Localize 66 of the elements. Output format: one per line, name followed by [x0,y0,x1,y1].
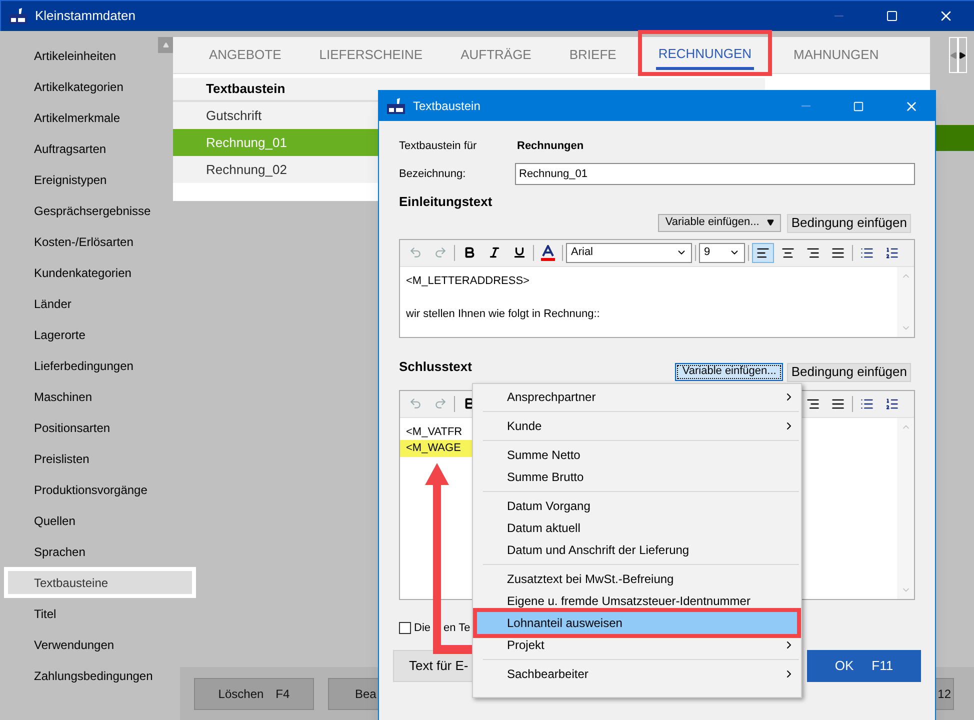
maximize-icon[interactable] [853,100,864,112]
align-left-icon[interactable] [752,242,774,262]
triangle-left-icon [950,52,957,58]
variable-button[interactable]: Variable einfügen... [675,362,784,380]
app-logo-icon [9,8,27,24]
tab[interactable]: MAHNUNGEN [792,36,881,74]
dropdown-triangle-icon [767,219,774,226]
font-select[interactable]: Arial [566,242,692,262]
sidebar-item[interactable]: Zahlungsbedingungen [4,660,172,691]
editor-text-line: <M_LETTERADDRESS> [406,274,530,288]
sidebar-item[interactable]: Quellen [4,505,172,536]
sidebar-item[interactable]: Maschinen [4,381,172,412]
tab[interactable]: BRIEFE [567,36,618,74]
tab[interactable]: ANGEBOTE [207,36,284,74]
menu-item[interactable]: Lohnanteil ausweisen [473,608,801,638]
checkbox-label: Die [414,620,431,636]
tab[interactable]: AUFTRÄGE [458,36,534,74]
variable-dropdown[interactable]: Variable einfügen... [658,214,782,232]
sidebar-item[interactable]: Kosten-/Erlösarten [4,226,172,257]
window-title: Kleinstammdaten [35,7,136,26]
field-label: Textbaustein für [399,138,478,154]
section-heading: Einleitungstext [399,193,492,211]
menu-item[interactable]: Kunde [473,415,801,437]
sidebar-item[interactable]: Lagerorte [4,319,172,350]
menu-item[interactable]: Datum und Anschrift der Lieferung [473,539,801,561]
field-label: Bezeichnung: [399,166,467,182]
editor-text-line: wir stellen Ihnen wie folgt in Rechnung:: [406,307,600,322]
sidebar-item[interactable]: Verwendungen [4,629,172,660]
name-field[interactable]: Rechnung_01 [515,163,915,185]
ok-button[interactable]: OK F11 [807,650,921,682]
size-select[interactable]: 9 [699,242,745,262]
sidebar-item[interactable]: Kundenkategorien [4,257,172,288]
menu-item[interactable]: Zusatztext bei MwSt.-Befreiung [473,568,801,590]
app-logo-icon [387,98,405,114]
section-heading: Schlusstext [399,358,472,376]
sidebar-item[interactable]: Artikelkategorien [4,71,172,102]
condition-button[interactable]: Bedingung einfügen [787,214,911,232]
field-value: Rechnungen [517,138,584,154]
sidebar-item[interactable]: Gesprächsergebnisse [4,195,172,226]
triangle-up-icon [162,42,168,48]
tab[interactable]: LIEFERSCHEINE [317,36,425,74]
checkbox-label: en Te [444,620,470,636]
checkbox[interactable] [399,622,411,634]
tab-scroll-right-button[interactable] [958,37,967,73]
intro-editor[interactable]: Arial 9 <M_LETTERADDRESS> wir stellen Ihnen wie folgt in Rechnung:: [399,238,915,338]
sidebar-item[interactable]: Positionsarten [4,412,172,443]
sidebar-item[interactable]: Titel [4,598,172,629]
sidebar-item[interactable]: Auftragsarten [4,133,172,164]
sidebar-item[interactable]: Textbausteine [4,567,196,598]
sidebar-item[interactable]: Länder [4,288,172,319]
sidebar-item[interactable]: Artikelmerkmale [4,102,172,133]
menu-item[interactable]: Ansprechpartner [473,386,801,408]
action-button[interactable]: Löschen F4 [194,678,314,710]
sidebar-item[interactable]: Sprachen [4,536,172,567]
editor-text-line: <M_VATFR [405,424,464,440]
sidebar-item[interactable]: Lieferbedingungen [4,350,172,381]
sidebar-item[interactable]: Artikeleinheiten [4,40,172,71]
sidebar-item[interactable]: Preislisten [4,443,172,474]
menu-item[interactable]: Summe Brutto [473,466,801,488]
sidebar-item[interactable]: Ereignistypen [4,164,172,195]
triangle-right-icon [958,52,966,58]
condition-button[interactable]: Bedingung einfügen [787,362,911,382]
maximize-icon[interactable] [886,10,898,22]
sidebar-item[interactable]: Produktionsvorgänge [4,474,172,505]
menu-item[interactable]: Datum aktuell [473,517,801,539]
menu-item[interactable]: Datum Vorgang [473,495,801,517]
